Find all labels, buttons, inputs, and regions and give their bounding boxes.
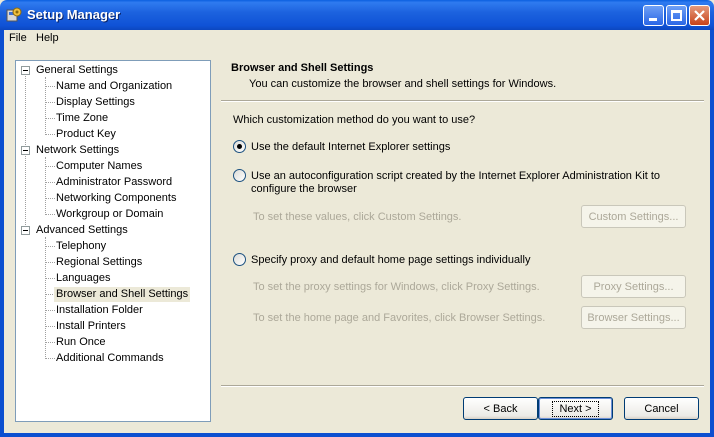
page-title: Browser and Shell Settings	[231, 62, 374, 74]
collapse-icon[interactable]	[21, 66, 30, 75]
radio-autoconfiguration-script[interactable]	[233, 169, 246, 182]
menu-file[interactable]: File	[9, 32, 27, 44]
tree-connector	[46, 358, 55, 359]
tree-node-installation-folder[interactable]: Installation Folder	[56, 303, 143, 318]
window-frame-left	[0, 30, 4, 437]
menu-help[interactable]: Help	[36, 32, 59, 44]
tree-node-regional-settings[interactable]: Regional Settings	[56, 255, 142, 270]
tree-connector	[46, 118, 55, 119]
tree-connector	[46, 86, 55, 87]
radio-default-ie-settings-label[interactable]: Use the default Internet Explorer settin…	[251, 141, 450, 154]
tree-node-browser-and-shell-settings[interactable]: Browser and Shell Settings	[54, 287, 191, 302]
tree-connector	[46, 102, 55, 103]
tree-connector	[46, 214, 55, 215]
tree-node-additional-commands[interactable]: Additional Commands	[56, 351, 164, 366]
tree-connector	[46, 182, 55, 183]
next-button-label: Next >	[552, 400, 599, 417]
maximize-button[interactable]	[666, 5, 687, 26]
tree-node-display-settings[interactable]: Display Settings	[56, 95, 135, 110]
custom-settings-hint: To set these values, click Custom Settin…	[253, 211, 462, 223]
page-description: You can customize the browser and shell …	[249, 78, 557, 90]
window-frame-right	[710, 30, 714, 437]
proxy-settings-button[interactable]: Proxy Settings...	[581, 275, 686, 298]
minimize-button[interactable]	[643, 5, 664, 26]
close-button[interactable]	[689, 5, 710, 26]
minimize-icon	[649, 18, 657, 21]
tree-connector	[46, 134, 55, 135]
header-divider	[221, 100, 704, 102]
next-button[interactable]: Next >	[538, 397, 613, 420]
browser-settings-hint: To set the home page and Favorites, clic…	[253, 312, 546, 324]
radio-default-ie-settings[interactable]	[233, 140, 246, 153]
radio-proxy-and-home-page[interactable]	[233, 253, 246, 266]
tree-node-network-settings[interactable]: Network Settings	[36, 143, 119, 158]
footer-divider	[221, 385, 704, 387]
tree-node-general-settings[interactable]: General Settings	[36, 63, 118, 78]
tree-node-time-zone[interactable]: Time Zone	[56, 111, 108, 126]
tree-node-telephony[interactable]: Telephony	[56, 239, 106, 254]
tree-node-workgroup-or-domain[interactable]: Workgroup or Domain	[56, 207, 163, 222]
tree-node-run-once[interactable]: Run Once	[56, 335, 106, 350]
maximize-icon	[671, 10, 682, 21]
tree-connector	[46, 310, 55, 311]
settings-tree[interactable]: General Settings Name and Organization D…	[15, 60, 211, 422]
close-icon	[694, 10, 705, 21]
custom-settings-button[interactable]: Custom Settings...	[581, 205, 686, 228]
tree-connector	[46, 326, 55, 327]
window-frame-bottom	[0, 433, 714, 437]
collapse-icon[interactable]	[21, 146, 30, 155]
tree-connector	[46, 342, 55, 343]
menu-bar: File Help	[4, 30, 710, 48]
tree-node-computer-names[interactable]: Computer Names	[56, 159, 142, 174]
tree-connector	[46, 278, 55, 279]
tree-node-name-and-organization[interactable]: Name and Organization	[56, 79, 172, 94]
browser-settings-button[interactable]: Browser Settings...	[581, 306, 686, 329]
window-title: Setup Manager	[27, 7, 121, 22]
cancel-button[interactable]: Cancel	[624, 397, 699, 420]
radio-autoconfiguration-script-label-line2[interactable]: configure the browser	[251, 183, 357, 196]
tree-connector	[46, 166, 55, 167]
back-button[interactable]: < Back	[463, 397, 538, 420]
customization-question: Which customization method do you want t…	[233, 114, 476, 126]
proxy-settings-hint: To set the proxy settings for Windows, c…	[253, 281, 540, 293]
tree-node-administrator-password[interactable]: Administrator Password	[56, 175, 172, 190]
tree-node-install-printers[interactable]: Install Printers	[56, 319, 126, 334]
radio-proxy-and-home-page-label[interactable]: Specify proxy and default home page sett…	[251, 254, 530, 267]
setup-manager-app-icon	[6, 7, 22, 22]
radio-autoconfiguration-script-label-line1[interactable]: Use an autoconfiguration script created …	[251, 170, 660, 183]
title-bar[interactable]: Setup Manager	[0, 0, 714, 30]
tree-connector	[45, 237, 46, 359]
tree-connector	[46, 262, 55, 263]
tree-node-product-key[interactable]: Product Key	[56, 127, 116, 142]
collapse-icon[interactable]	[21, 226, 30, 235]
tree-node-networking-components[interactable]: Networking Components	[56, 191, 176, 206]
tree-connector	[46, 198, 55, 199]
tree-node-languages[interactable]: Languages	[56, 271, 110, 286]
tree-node-advanced-settings[interactable]: Advanced Settings	[36, 223, 128, 238]
tree-connector	[46, 246, 55, 247]
